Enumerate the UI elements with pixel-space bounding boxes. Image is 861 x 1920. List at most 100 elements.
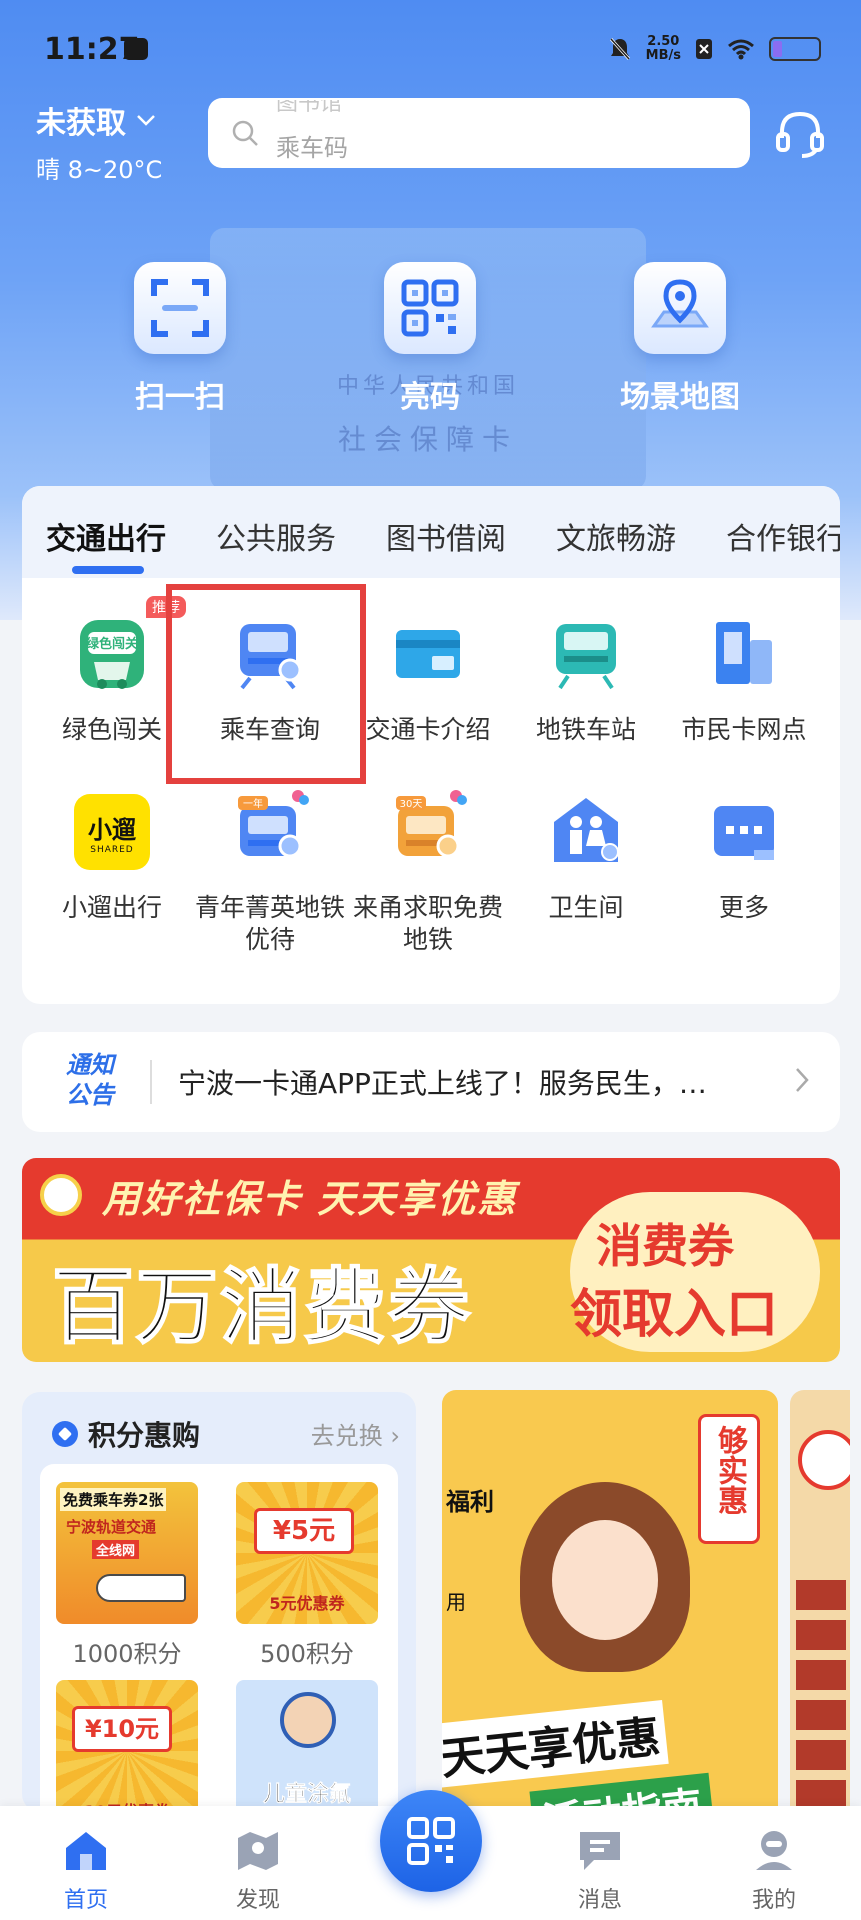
tab-discover[interactable]: 发现 [198,1828,318,1914]
train-illustration [96,1574,186,1602]
notice-divider [150,1060,152,1104]
services-panel: 交通出行 公共服务 图书借阅 文旅畅游 合作银行 绿色闯关 推荐 绿色闯关 乘车… [22,486,840,1004]
tab-label: 我的 [751,1888,796,1913]
promo-tag-box: 够实惠 [698,1414,760,1544]
svg-text:绿色闯关: 绿色闯关 [86,636,138,652]
job-tag: 30天 [400,799,423,810]
service-citizen-card-outlets[interactable]: 市民卡网点 [664,608,824,746]
youth-tag: 一年 [243,797,263,810]
promo-banner[interactable]: 够实惠 福利 用 天天享优惠 活动指南 [442,1390,778,1820]
points-icon [52,1421,78,1447]
service-youth-metro[interactable]: 一年 青年菁英地铁优待 [190,786,350,956]
status-right: 2.50 MB/s [608,32,821,66]
promo-small-1: 福利 [446,1488,494,1516]
location-label: 未获取 [36,106,126,141]
tab-label: 发现 [235,1888,280,1913]
battery-icon [769,37,821,61]
fluoride-title: 儿童涂氟 [262,1782,352,1808]
tab-label: 消息 [577,1888,622,1913]
quick-action-scan[interactable]: 扫一扫 [80,262,280,416]
ride-code-button[interactable] [380,1790,482,1892]
green-pass-icon: 绿色闯关 推荐 [66,596,186,700]
tab-partner-banks[interactable]: 合作银行 [726,514,840,558]
service-label: 来甬求职免费地铁 [352,893,503,954]
service-xiaoliu[interactable]: 小遛 SHARED 小遛出行 [32,786,192,924]
weather-info: 晴 8~20°C [36,156,163,184]
tab-public-services[interactable]: 公共服务 [216,514,336,558]
child-illustration [280,1692,336,1748]
service-tabs: 交通出行 公共服务 图书借阅 文旅畅游 合作银行 [22,486,840,578]
notice-bar[interactable]: 通知公告 宁波一卡通APP正式上线了！服务民生，… [22,1032,840,1132]
xiaoliu-icon: 小遛 SHARED [66,786,158,878]
metro-station-icon [540,608,632,700]
battery-fill [773,41,782,57]
highlight-box [166,584,366,784]
10yuan-title: ¥10元 [72,1706,172,1752]
scan-icon [134,262,226,354]
redeem-link[interactable]: 去兑换 › [311,1416,400,1451]
customer-service-icon[interactable] [772,106,828,162]
ride-voucher-title: 免费乘车券2张 [60,1488,167,1511]
points-item-10yuan[interactable]: ¥10元 10元优惠券 [54,1680,200,1812]
pagoda-illustration [796,1580,846,1820]
5yuan-title: ¥5元 [254,1508,354,1554]
more-icon [698,786,790,878]
points-cost: 1000积分 [72,1640,182,1668]
net-speed: 2.50 MB/s [646,35,681,63]
sim-icon [696,39,712,59]
net-speed-value: 2.50 [647,34,680,49]
tab-profile[interactable]: 我的 [714,1828,834,1914]
search-input[interactable]: 图书馆 乘车码 [208,98,750,168]
promo-small-2: 用 [446,1590,466,1614]
profile-icon [756,1831,792,1870]
wifi-icon [728,39,754,60]
promo-banner-next[interactable] [790,1390,850,1820]
points-title-text: 积分惠购 [88,1419,201,1452]
service-label: 更多 [718,893,769,922]
tab-label: 首页 [63,1888,108,1913]
quick-action-map[interactable]: 场景地图 [580,262,780,416]
youth-metro-icon: 一年 [224,786,316,878]
points-item-fluoride[interactable]: 儿童涂氟 [234,1680,380,1812]
service-label: 市民卡网点 [681,715,807,744]
ride-voucher-image: 免费乘车券2张 宁波轨道交通 全线网 [56,1482,198,1624]
service-metro-station[interactable]: 地铁车站 [506,608,666,746]
service-transit-card[interactable]: 交通卡介绍 [348,608,508,746]
service-job-metro[interactable]: 30天 来甬求职免费地铁 [348,786,508,956]
location-city[interactable]: 未获取 [36,98,162,142]
promo-face [552,1520,658,1640]
tab-culture-tourism[interactable]: 文旅畅游 [556,514,676,558]
net-speed-unit: MB/s [645,48,681,63]
points-item-ride-voucher[interactable]: 免费乘车券2张 宁波轨道交通 全线网 1000积分 [54,1482,200,1669]
banner-right-2: 领取入口 [570,1285,779,1345]
points-item-5yuan[interactable]: ¥5元 5元优惠券 500积分 [234,1482,380,1669]
quick-action-label: 场景地图 [620,380,740,415]
search-icon [232,120,258,146]
service-label: 地铁车站 [535,715,636,744]
service-label: 交通卡介绍 [365,715,491,744]
location-selector[interactable]: 未获取 晴 8~20°C [36,98,162,185]
fluoride-image: 儿童涂氟 [236,1680,378,1812]
message-icon [580,1832,620,1870]
status-bar: 11:27 2.50 MB/s [0,0,861,100]
voucher-banner[interactable]: 用好社保卡 天天享优惠 百万消费券 消费券 领取入口 [22,1158,840,1362]
notification-icon [124,38,148,60]
service-restroom[interactable]: 卫生间 [506,786,666,924]
service-more[interactable]: 更多 [664,786,824,924]
notice-tag: 通知公告 [66,1051,114,1109]
promo-tag: 够实惠 [712,1425,747,1515]
ride-voucher-sub2: 全线网 [92,1540,140,1559]
redeem-link-text: 去兑换 [310,1422,383,1450]
banner-right-1: 消费券 [596,1219,734,1273]
tab-transport[interactable]: 交通出行 [46,514,166,558]
job-metro-icon: 30天 [382,786,474,878]
notice-text[interactable]: 宁波一卡通APP正式上线了！服务民生，… [178,1062,778,1102]
tab-home[interactable]: 首页 [26,1828,146,1914]
discover-icon [238,1832,278,1870]
social-card-logo [40,1174,82,1216]
quick-action-qr[interactable]: 亮码 [330,262,530,416]
search-placeholder-previous: 图书馆 [276,100,343,116]
tab-library[interactable]: 图书借阅 [386,514,506,558]
tab-messages[interactable]: 消息 [540,1828,660,1914]
restroom-icon [540,786,632,878]
